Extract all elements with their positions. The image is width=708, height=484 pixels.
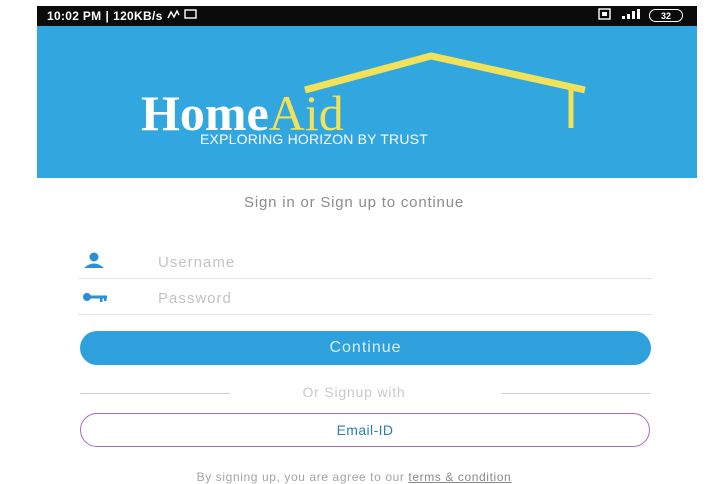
divider-line-right: [502, 393, 650, 394]
status-left: 10:02 PM | 120KB/s: [47, 9, 197, 23]
password-field-row: [78, 282, 652, 315]
username-input[interactable]: [158, 250, 638, 274]
roof-icon: [304, 52, 586, 128]
activity-icon: [166, 9, 180, 23]
signin-screen: 10:02 PM | 120KB/s 32 HomeAid EXPLORING …: [0, 0, 708, 484]
continue-button[interactable]: Continue: [80, 331, 651, 365]
user-icon: [78, 250, 114, 272]
logo-tagline: EXPLORING HORIZON BY TRUST: [200, 131, 428, 147]
email-signup-button[interactable]: Email-ID: [80, 413, 650, 447]
password-input[interactable]: [158, 286, 638, 310]
status-separator: |: [105, 9, 110, 23]
signal-icon: [619, 8, 641, 23]
signup-divider-text: Or Signup with: [302, 384, 406, 400]
terms-footer: By signing up, you are agree to our term…: [0, 470, 708, 484]
status-right: 32: [598, 8, 683, 23]
network-speed: 120KB/s: [113, 9, 163, 23]
homeaid-logo: HomeAid EXPLORING HORIZON BY TRUST: [37, 26, 697, 178]
status-time: 10:02 PM: [47, 9, 102, 23]
key-icon: [78, 286, 114, 308]
screen-icon: [183, 9, 197, 23]
sim-icon: [598, 8, 611, 23]
terms-prefix: By signing up, you are agree to our: [196, 470, 409, 484]
battery-indicator: 32: [649, 9, 683, 22]
status-bar: 10:02 PM | 120KB/s 32: [37, 6, 697, 26]
header-banner: HomeAid EXPLORING HORIZON BY TRUST: [37, 26, 697, 178]
terms-link[interactable]: terms & condition: [408, 470, 511, 484]
username-field-row: [78, 246, 652, 279]
signin-subtitle: Sign in or Sign up to continue: [244, 194, 464, 211]
